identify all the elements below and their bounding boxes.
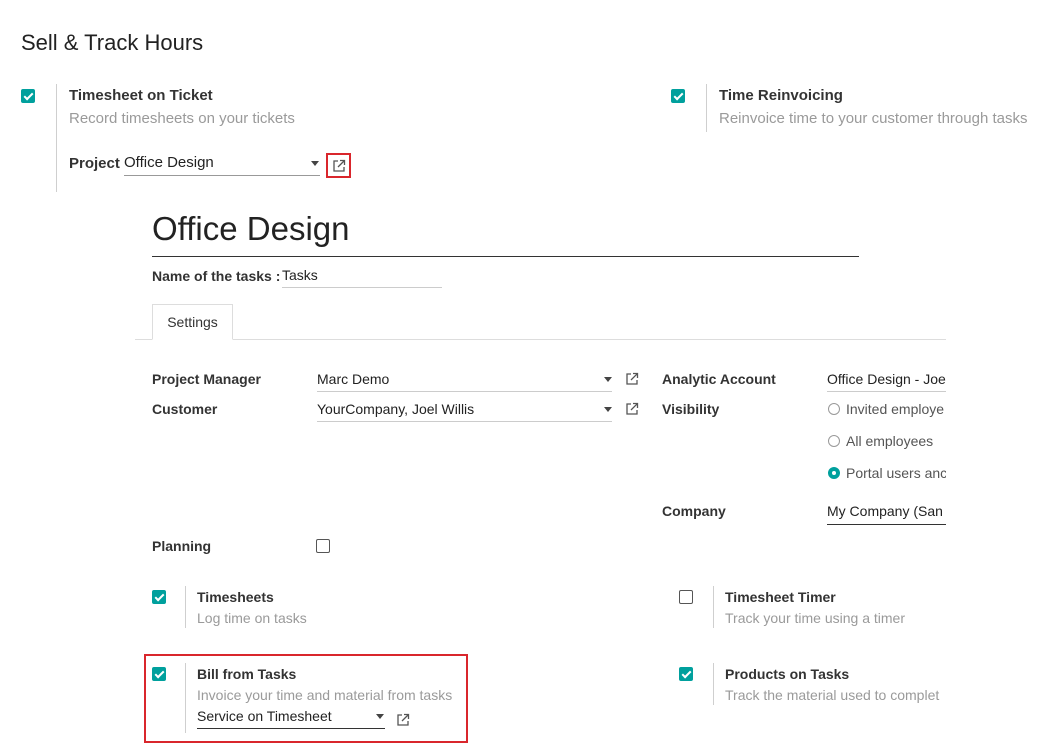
company-label: Company [662,503,726,519]
time-reinvoicing-description: Reinvoice time to your customer through … [719,110,1028,127]
project-label: Project [69,155,120,172]
tabs-bottom-line [135,339,946,340]
company-select[interactable]: My Company (San [827,503,946,525]
analytic-account-input[interactable]: Office Design - Joe [827,371,946,392]
external-link-icon[interactable] [625,372,639,386]
timesheets-checkbox[interactable] [152,590,166,604]
timesheet-timer-checkbox[interactable] [679,590,693,604]
products-on-tasks-checkbox[interactable] [679,667,693,681]
external-link-icon[interactable] [332,159,346,173]
timesheets-description: Log time on tasks [197,610,307,626]
time-reinvoicing-divider [706,84,707,132]
bill-from-tasks-description: Invoice your time and material from task… [197,687,453,703]
visibility-option-all[interactable]: All employees [846,433,946,449]
tasks-name-label: Name of the tasks : [152,268,281,284]
products-on-tasks-description: Track the material used to complet [725,687,940,703]
time-reinvoicing-title: Time Reinvoicing [719,87,843,104]
tasks-name-input[interactable]: Tasks [282,267,442,288]
planning-checkbox[interactable] [316,539,330,553]
bill-from-tasks-title: Bill from Tasks [197,666,297,682]
customer-label: Customer [152,401,218,417]
timesheet-timer-description: Track your time using a timer [725,610,905,626]
project-manager-label: Project Manager [152,371,261,387]
products-on-tasks-title: Products on Tasks [725,666,850,682]
timesheet-timer-divider [713,586,714,628]
timesheet-on-ticket-title: Timesheet on Ticket [69,87,213,104]
visibility-label: Visibility [662,401,720,417]
products-on-tasks-divider [713,663,714,705]
timesheets-title: Timesheets [197,589,274,605]
visibility-radio-invited[interactable] [828,403,840,415]
tab-settings[interactable]: Settings [152,304,233,340]
service-select[interactable]: Service on Timesheet [197,708,385,729]
project-select-value: Office Design [124,154,214,171]
customer-select[interactable]: YourCompany, Joel Willis [317,401,612,422]
visibility-option-invited[interactable]: Invited employe [846,401,946,417]
project-name-title[interactable]: Office Design [152,210,859,257]
bill-from-tasks-divider [185,663,186,733]
timesheet-timer-title: Timesheet Timer [725,589,836,605]
external-link-icon[interactable] [625,402,639,416]
planning-label: Planning [152,538,212,554]
customer-value: YourCompany, Joel Willis [317,401,475,417]
timesheets-divider [185,586,186,628]
timesheet-on-ticket-description: Record timesheets on your tickets [69,110,295,127]
project-manager-value: Marc Demo [317,371,390,387]
section-title: Sell & Track Hours [21,30,204,55]
chevron-down-icon[interactable] [604,407,612,412]
analytic-account-label: Analytic Account [662,371,776,387]
chevron-down-icon[interactable] [604,377,612,382]
time-reinvoicing-checkbox[interactable] [671,89,685,103]
timesheet-on-ticket-divider [56,84,57,192]
visibility-radio-portal[interactable] [828,467,840,479]
visibility-radio-all[interactable] [828,435,840,447]
service-select-value: Service on Timesheet [197,708,332,724]
chevron-down-icon[interactable] [311,161,319,166]
timesheet-on-ticket-checkbox[interactable] [21,89,35,103]
visibility-option-portal[interactable]: Portal users anc [846,465,946,481]
project-manager-select[interactable]: Marc Demo [317,371,612,392]
external-link-icon[interactable] [396,713,410,727]
project-select[interactable]: Office Design [124,154,320,176]
bill-from-tasks-checkbox[interactable] [152,667,166,681]
chevron-down-icon[interactable] [376,714,384,719]
